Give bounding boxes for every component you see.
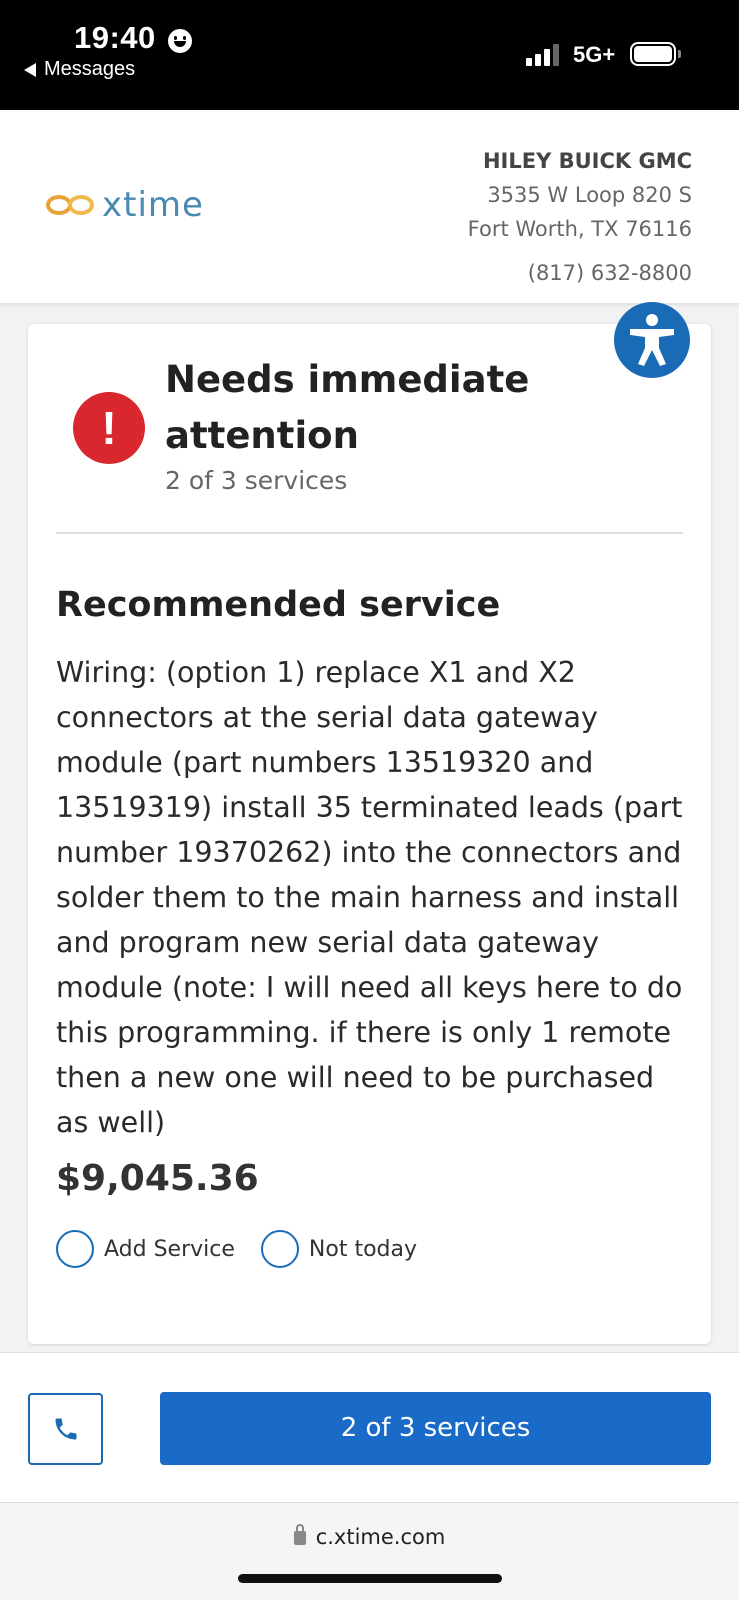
service-decision-group: Add Service Not today [56, 1230, 443, 1268]
attention-subtitle: 2 of 3 services [165, 466, 348, 495]
attention-title: Needs immediate attention [165, 358, 530, 457]
dealer-phone[interactable]: (817) 632-8800 [468, 256, 692, 290]
service-description: Wiring: (option 1) replace X1 and X2 con… [56, 656, 683, 1139]
status-time: 19:40 [74, 20, 156, 55]
services-progress-button[interactable]: 2 of 3 services [160, 1392, 711, 1465]
divider [56, 532, 683, 534]
dealer-address-line1: 3535 W Loop 820 S [487, 183, 692, 207]
battery-icon [630, 42, 681, 66]
accessibility-button[interactable] [614, 302, 690, 378]
url-display[interactable]: c.xtime.com [0, 1524, 739, 1549]
dealer-header: xtime HILEY BUICK GMC 3535 W Loop 820 S … [0, 110, 739, 304]
radio-circle-icon[interactable] [260, 1230, 299, 1268]
infinity-logo-icon [46, 193, 96, 217]
not-today-radio[interactable]: Not today [260, 1230, 417, 1268]
dealer-info: HILEY BUICK GMC 3535 W Loop 820 S Fort W… [468, 144, 692, 290]
back-label: Messages [44, 58, 136, 80]
smiley-icon [168, 29, 192, 53]
back-arrow-icon [24, 62, 36, 77]
back-to-messages[interactable]: Messages [24, 58, 135, 81]
xtime-logo: xtime [46, 188, 204, 222]
add-service-label[interactable]: Add Service [104, 1237, 235, 1262]
phone-icon [55, 1418, 76, 1440]
signal-icon [526, 44, 559, 66]
accessibility-icon [630, 314, 674, 366]
browser-url-bar [0, 1502, 739, 1600]
status-bar: 19:40 Messages 5G+ [0, 0, 739, 110]
add-service-radio[interactable]: Add Service [56, 1230, 235, 1268]
network-type: 5G+ [573, 42, 616, 67]
home-indicator[interactable] [238, 1574, 502, 1583]
lock-icon [293, 1524, 306, 1545]
not-today-label[interactable]: Not today [309, 1237, 417, 1262]
radio-circle-icon[interactable] [56, 1230, 94, 1268]
dealer-address-line2: Fort Worth, TX 76116 [467, 217, 692, 241]
dealer-name: HILEY BUICK GMC [482, 149, 692, 173]
alert-icon: ! [73, 392, 145, 464]
logo-text: xtime [102, 185, 204, 225]
recommended-service-title: Recommended service [56, 585, 501, 625]
service-price: $9,045.36 [56, 1158, 259, 1199]
call-button[interactable] [28, 1393, 103, 1465]
url-text[interactable]: c.xtime.com [316, 1525, 446, 1549]
